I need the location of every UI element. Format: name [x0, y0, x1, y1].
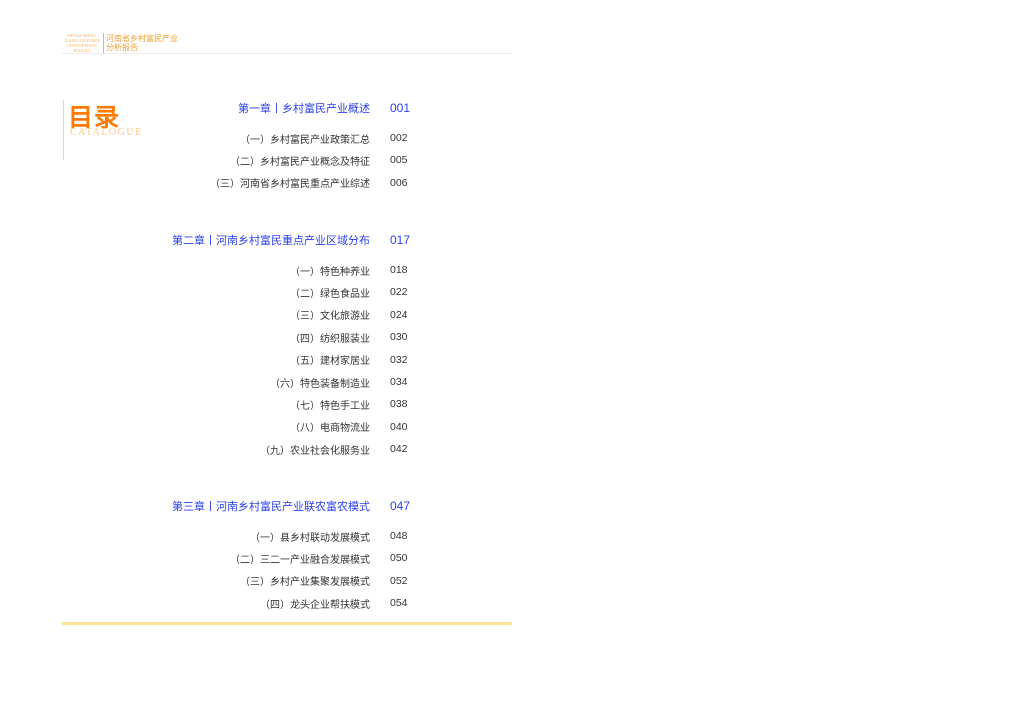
toc-entry-page: 002	[390, 132, 408, 144]
title-accent-bar	[63, 100, 64, 160]
toc-entry-page: 006	[390, 176, 408, 189]
toc-entry-page: 001	[390, 101, 411, 115]
toc-entry-title: （二）三二一产业融合发展模式	[230, 554, 370, 566]
toc-entry-title: （八）电商物流业	[290, 423, 370, 435]
toc-entry-title: （五）建材家居业	[290, 356, 370, 368]
toc-entry-page: 024	[390, 308, 408, 321]
toc-item[interactable]: （一）县乡村联动发展模式 048	[120, 529, 410, 544]
toc-entry-page: 042	[390, 443, 408, 456]
toc-entry-title: （七）特色手工业	[290, 400, 370, 412]
toc-item[interactable]: （一）乡村富民产业政策汇总 002	[120, 131, 410, 146]
toc-item[interactable]: （一）特色种养业 018	[120, 263, 410, 278]
logo-line1: 河南省乡村富民产业	[106, 34, 178, 43]
toc-entry-page: 018	[390, 264, 408, 276]
toc-entry-title: （二）乡村富民产业概念及特征	[230, 156, 370, 168]
toc-entry-title: （三）文化旅游业	[290, 311, 370, 323]
toc-item[interactable]: （九）农业社会化服务业 042	[120, 442, 410, 457]
header-divider	[62, 53, 512, 54]
toc-entry-page: 047	[390, 499, 411, 513]
toc-chapter[interactable]: 第一章丨乡村富民产业概述 001	[120, 101, 410, 115]
toc-entry-page: 054	[390, 597, 408, 610]
toc-entry-page: 048	[390, 530, 408, 542]
toc-item[interactable]: （三）乡村产业集聚发展模式 052	[120, 574, 410, 589]
toc-entry-page: 050	[390, 552, 408, 565]
footer-divider	[62, 622, 512, 625]
toc-entry-title: （二）绿色食品业	[290, 288, 370, 300]
toc-entry-page: 017	[390, 233, 411, 247]
toc-entry-page: 005	[390, 154, 408, 167]
toc-entry-title: （九）农业社会化服务业	[260, 445, 370, 457]
toc-item[interactable]: （三）文化旅游业 024	[120, 308, 410, 323]
toc-chapter[interactable]: 第三章丨河南乡村富民产业联农富农模式 047	[120, 499, 410, 513]
toc-item[interactable]: （七）特色手工业 038	[120, 397, 410, 412]
toc-item[interactable]: （二）三二一产业融合发展模式 050	[120, 551, 410, 566]
toc-entry-title: （六）特色装备制造业	[270, 378, 370, 390]
toc-item[interactable]: （五）建材家居业 032	[120, 353, 410, 368]
toc-entry-title: （一）特色种养业	[290, 266, 370, 278]
toc-chapter[interactable]: 第二章丨河南乡村富民重点产业区域分布 017	[120, 233, 410, 247]
toc-entry-title: （四）纺织服装业	[290, 333, 370, 345]
report-logo: HENAN SHENG XIANGCUN FUMIN CHANYE FENXI …	[63, 33, 178, 53]
toc-item[interactable]: （四）纺织服装业 030	[120, 330, 410, 345]
toc-item[interactable]: （三）河南省乡村富民重点产业综述 006	[120, 176, 410, 191]
toc-entry-title: （一）县乡村联动发展模式	[250, 532, 370, 544]
toc-entry-title: （四）龙头企业帮扶模式	[260, 599, 370, 611]
logo-chinese: 河南省乡村富民产业 分析报告	[104, 34, 178, 52]
toc-entry-title: （一）乡村富民产业政策汇总	[240, 134, 370, 146]
toc-entry-title: 第二章丨河南乡村富民重点产业区域分布	[172, 234, 370, 247]
toc-entry-title: （三）河南省乡村富民重点产业综述	[210, 179, 370, 191]
toc-entry-page: 038	[390, 398, 408, 411]
toc-item[interactable]: （二）乡村富民产业概念及特征 005	[120, 153, 410, 168]
toc-entry-title: （三）乡村产业集聚发展模式	[240, 577, 370, 589]
toc-entry-page: 034	[390, 376, 408, 388]
toc-item[interactable]: （八）电商物流业 040	[120, 420, 410, 435]
toc-entry-page: 032	[390, 353, 408, 366]
toc-entry-page: 022	[390, 286, 408, 299]
logo-english: HENAN SHENG XIANGCUN FUMIN CHANYE FENXI …	[63, 33, 104, 53]
toc-entry-page: 040	[390, 420, 408, 433]
toc-item[interactable]: （二）绿色食品业 022	[120, 285, 410, 300]
toc-entry-title: 第一章丨乡村富民产业概述	[238, 102, 370, 115]
logo-line2: 分析报告	[106, 43, 138, 52]
toc-item[interactable]: （四）龙头企业帮扶模式 054	[120, 596, 410, 611]
toc-entry-page: 030	[390, 331, 408, 344]
toc-entry-page: 052	[390, 574, 408, 587]
toc-entry-title: 第三章丨河南乡村富民产业联农富农模式	[172, 500, 370, 513]
toc-item[interactable]: （六）特色装备制造业 034	[120, 375, 410, 390]
